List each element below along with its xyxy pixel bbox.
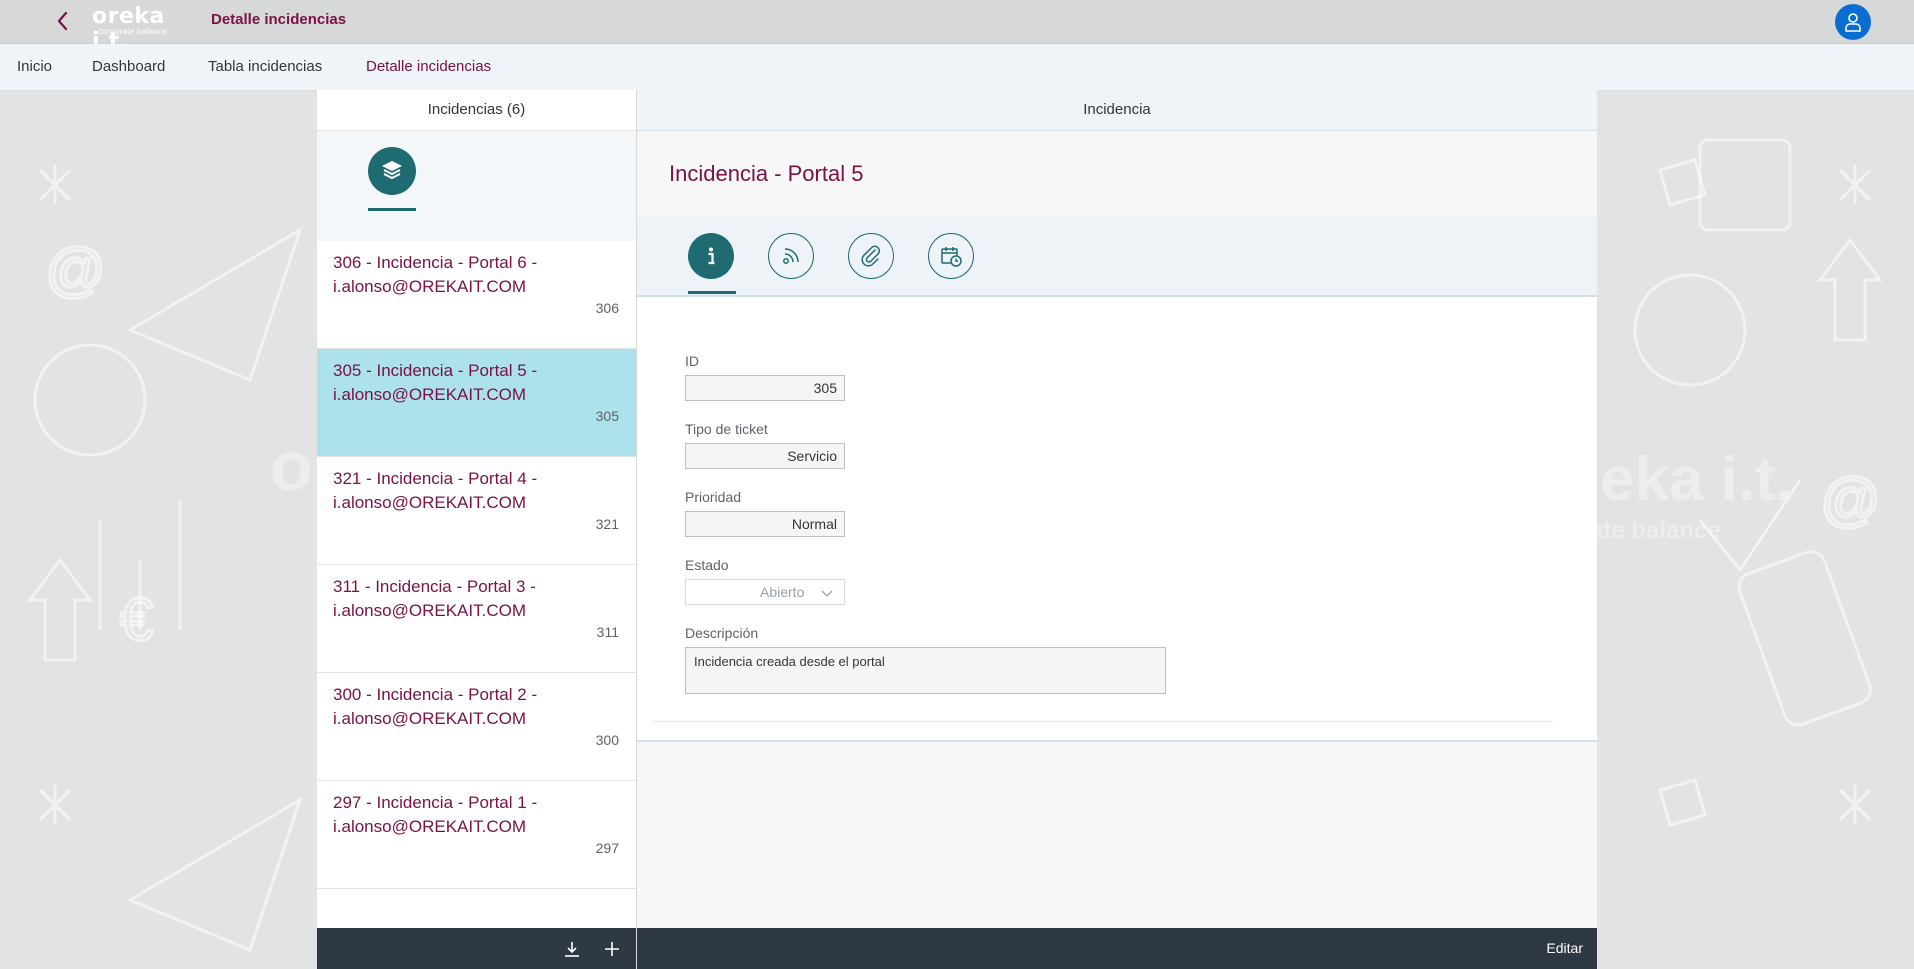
svg-text:@: @ [45,236,106,303]
nav-item-inicio[interactable]: Inicio [17,58,52,75]
tab-underline [688,291,736,294]
tab-all-incidencias[interactable] [368,147,416,195]
chevron-left-icon [57,11,68,31]
user-icon [1845,13,1861,32]
user-avatar-button[interactable] [1835,4,1871,40]
logo-subtext: corporate balance [98,27,168,36]
download-icon [565,942,579,957]
form-area: ID 305 Tipo de ticket Servicio Prioridad… [637,297,1597,742]
svg-text:ate balance: ate balance [1590,517,1721,544]
object-header: Incidencia - Portal 5 [637,131,1597,217]
nav-item-detalle-incidencias[interactable]: Detalle incidencias [366,58,491,75]
calendar-clock-icon [941,247,962,267]
app-title: Detalle incidencias [211,11,347,28]
edit-button[interactable]: Editar [1546,940,1583,956]
svg-text:@: @ [1820,466,1881,533]
list-item-number: 306 [595,300,619,316]
description-field: Incidencia creada desde el portal [685,647,1166,694]
tab-history[interactable] [928,233,974,279]
priority-label: Prioridad [685,489,742,505]
svg-text:o: o [270,427,313,505]
icon-tabbar [637,217,1597,297]
list-item-number: 300 [595,732,619,748]
list-item-title: 297 - Incidencia - Portal 1 - i.alonso@O… [333,793,538,836]
list-item-number: 321 [595,516,619,532]
list-item-title: 305 - Incidencia - Portal 5 - i.alonso@O… [333,361,538,404]
chevron-down-icon [821,590,833,597]
attachment-icon [861,245,881,267]
list-item-title: 311 - Incidencia - Portal 3 - i.alonso@O… [333,577,536,620]
feed-icon [783,248,799,264]
detail-footer-toolbar: Editar [637,928,1597,969]
download-button[interactable] [563,940,581,958]
list-item[interactable]: 311 - Incidencia - Portal 3 - i.alonso@O… [317,565,636,673]
status-select-value: Abierto [760,584,805,600]
object-title: Incidencia - Portal 5 [669,161,864,186]
list-item-selected[interactable]: 305 - Incidencia - Portal 5 - i.alonso@O… [317,349,636,457]
nav-item-dashboard[interactable]: Dashboard [92,58,165,75]
navigation-bar: Inicio Dashboard Tabla incidencias Detal… [0,44,1914,91]
ticket-type-field: Servicio [685,443,845,469]
priority-field: Normal [685,511,845,537]
form-divider [653,721,1553,722]
list-item-number: 297 [595,840,619,856]
list-scroll-container: 306 - Incidencia - Portal 6 - i.alonso@O… [317,241,636,928]
list-item-number: 305 [595,408,619,424]
master-header: Incidencias (6) [317,90,636,131]
list-item-title: 300 - Incidencia - Portal 2 - i.alonso@O… [333,685,538,728]
tab-underline [368,208,416,211]
add-icon [605,942,619,956]
tab-attachments[interactable] [848,233,894,279]
ticket-type-label: Tipo de ticket [685,421,768,437]
back-button[interactable] [52,9,74,33]
list-item-number: 311 [596,624,619,640]
oreka-logo: oreka i.t. corporate balance [92,3,190,54]
description-label: Descripción [685,625,759,641]
list-item[interactable]: 297 - Incidencia - Portal 1 - i.alonso@O… [317,781,636,889]
info-icon [708,247,715,265]
tab-info[interactable] [688,233,734,279]
list-item-title: 321 - Incidencia - Portal 4 - i.alonso@O… [333,469,538,512]
svg-text:€: € [120,586,153,653]
list-item[interactable]: 300 - Incidencia - Portal 2 - i.alonso@O… [317,673,636,781]
shell-bar: oreka i.t. corporate balance Detalle inc… [0,0,1914,54]
id-label: ID [685,353,699,369]
svg-text:eka i.t.: eka i.t. [1600,445,1793,514]
detail-header: Incidencia [637,90,1597,131]
add-button[interactable] [603,940,621,958]
list-item[interactable]: 321 - Incidencia - Portal 4 - i.alonso@O… [317,457,636,565]
status-select: Abierto [685,579,845,605]
nav-item-tabla-incidencias[interactable]: Tabla incidencias [208,58,322,75]
list-item[interactable]: 306 - Incidencia - Portal 6 - i.alonso@O… [317,241,636,349]
id-field: 305 [685,375,845,401]
status-label: Estado [685,557,729,573]
detail-panel: Incidencia Incidencia - Portal 5 ID 305 … [637,90,1597,969]
layers-icon [382,161,402,180]
tab-feed[interactable] [768,233,814,279]
master-panel: Incidencias (6) 306 - Incidencia - Porta… [317,90,637,969]
master-footer-toolbar [317,928,636,969]
list-item-title: 306 - Incidencia - Portal 6 - i.alonso@O… [333,253,538,296]
